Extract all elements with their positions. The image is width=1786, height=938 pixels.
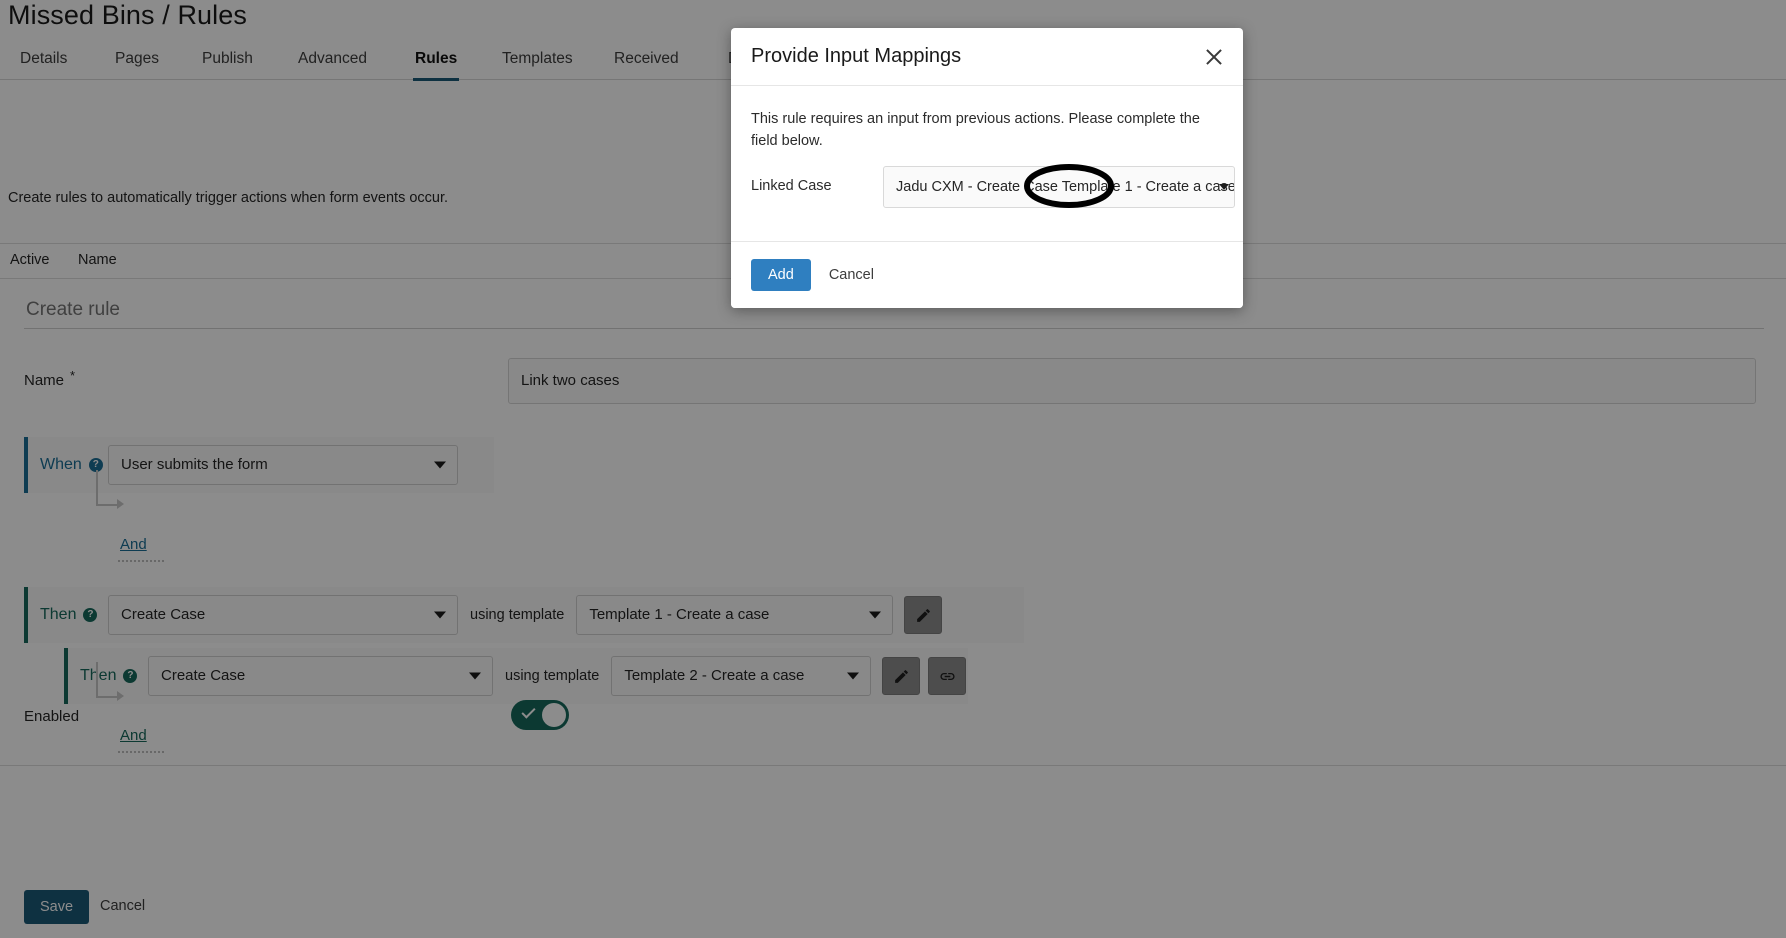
provide-input-mappings-dialog: Provide Input Mappings This rule require… [731,28,1243,308]
dialog-cancel-button[interactable]: Cancel [829,267,874,283]
dialog-body: This rule requires an input from previou… [731,86,1243,241]
linked-case-value: Jadu CXM - Create Case Template 1 - Crea… [896,179,1235,195]
dialog-footer: Add Cancel [731,241,1243,308]
dialog-description: This rule requires an input from previou… [751,111,1200,150]
dialog-header: Provide Input Mappings [731,28,1243,86]
linked-case-field-row: Linked Case Jadu CXM - Create Case Templ… [751,166,1235,208]
add-button[interactable]: Add [751,259,811,291]
dialog-title: Provide Input Mappings [751,45,962,67]
linked-case-select[interactable]: Jadu CXM - Create Case Template 1 - Crea… [883,166,1235,208]
close-icon[interactable] [1201,44,1227,70]
screenshot-root: Missed Bins / Rules Details Pages Publis… [0,0,1786,938]
linked-case-label: Linked Case [751,178,832,194]
chevron-down-icon [1219,184,1229,190]
